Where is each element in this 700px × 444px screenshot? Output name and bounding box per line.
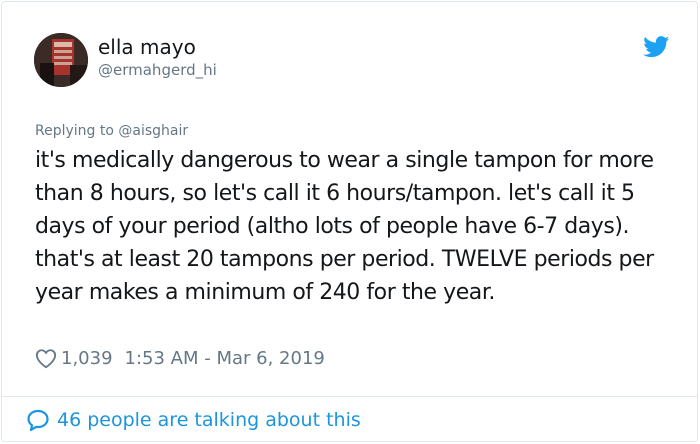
avatar[interactable] [34, 33, 88, 87]
author-name[interactable]: ella mayo [98, 35, 196, 59]
tweet-card: ella mayo @ermahgerd_hi Replying to @ais… [1, 1, 698, 442]
conversation-link[interactable]: 46 people are talking about this [26, 406, 361, 434]
talking-label: 46 people are talking about this [57, 409, 361, 431]
like-count[interactable]: 1,039 [61, 348, 113, 369]
heart-icon[interactable] [35, 348, 57, 369]
tweet-text: it's medically dangerous to wear a singl… [35, 148, 654, 305]
replying-to-link[interactable]: Replying to @aisghair [35, 121, 188, 141]
twitter-bird-icon[interactable] [643, 36, 670, 58]
divider [3, 396, 698, 397]
speech-bubble-icon [26, 408, 50, 432]
author-handle[interactable]: @ermahgerd_hi [98, 60, 217, 80]
avatar-image [34, 33, 88, 87]
timestamp[interactable]: 1:53 AM - Mar 6, 2019 [125, 348, 325, 369]
tweet-meta: 1,039 1:53 AM - Mar 6, 2019 [35, 345, 325, 371]
